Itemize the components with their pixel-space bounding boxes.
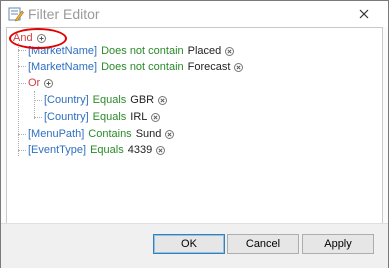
remove-condition-icon[interactable]	[225, 46, 235, 56]
condition-field[interactable]: [MenuPath]	[28, 126, 84, 142]
remove-condition-icon[interactable]	[156, 145, 166, 155]
group-or[interactable]: Or	[28, 75, 54, 91]
condition-row[interactable]: [MenuPath] Contains Sund	[28, 126, 175, 142]
condition-row[interactable]: [Country] Equals GBR	[44, 92, 168, 108]
condition-operator[interactable]: Contains	[88, 126, 131, 142]
condition-value[interactable]: Placed	[188, 43, 222, 59]
condition-row[interactable]: [MarketName] Does not contain Forecast	[28, 59, 244, 75]
condition-value[interactable]: Sund	[136, 126, 162, 142]
remove-condition-icon[interactable]	[165, 129, 175, 139]
highlight-annotation	[9, 28, 67, 49]
cancel-button[interactable]: Cancel	[227, 234, 299, 254]
condition-row[interactable]: [EventType] Equals 4339	[28, 142, 166, 158]
close-button[interactable]	[353, 4, 375, 24]
condition-row[interactable]: [Country] Equals IRL	[44, 109, 161, 125]
filter-editor-icon	[8, 7, 24, 22]
group-or-label[interactable]: Or	[28, 75, 40, 91]
remove-condition-icon[interactable]	[158, 95, 168, 105]
condition-operator[interactable]: Does not contain	[101, 43, 184, 59]
condition-value[interactable]: GBR	[130, 92, 154, 108]
condition-field[interactable]: [MarketName]	[28, 59, 97, 75]
remove-condition-icon[interactable]	[151, 112, 161, 122]
condition-operator[interactable]: Equals	[93, 109, 127, 125]
window-title: Filter Editor	[28, 6, 100, 22]
button-bar: OK Cancel Apply	[1, 223, 388, 268]
close-icon	[359, 9, 369, 19]
condition-field[interactable]: [Country]	[44, 92, 89, 108]
title-bar: Filter Editor	[1, 1, 388, 27]
condition-value[interactable]: IRL	[130, 109, 147, 125]
condition-operator[interactable]: Equals	[90, 142, 124, 158]
condition-operator[interactable]: Equals	[93, 92, 127, 108]
condition-field[interactable]: [EventType]	[28, 142, 86, 158]
apply-button[interactable]: Apply	[302, 234, 374, 254]
ok-button[interactable]: OK	[153, 234, 225, 254]
remove-condition-icon[interactable]	[234, 62, 244, 72]
condition-operator[interactable]: Does not contain	[101, 59, 184, 75]
condition-value[interactable]: Forecast	[188, 59, 231, 75]
condition-value[interactable]: 4339	[128, 142, 152, 158]
filter-tree[interactable]: And [MarketName] Does not contain Placed…	[6, 27, 383, 224]
condition-field[interactable]: [Country]	[44, 109, 89, 125]
add-condition-icon[interactable]	[44, 78, 54, 88]
